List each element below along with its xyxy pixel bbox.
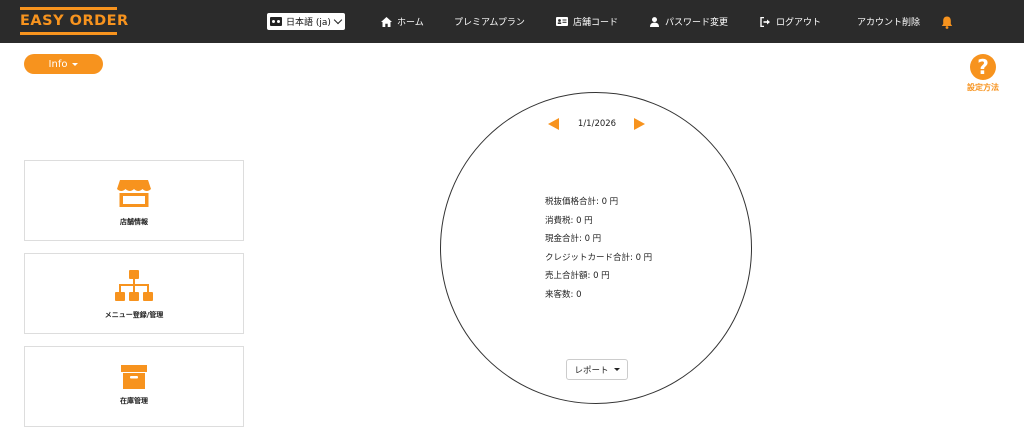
top-navbar: EASY ORDER 日本語 (ja) ホーム プレミアムプラン 店舗コード パ…	[0, 0, 1024, 43]
archive-box-icon	[121, 365, 147, 393]
bell-icon[interactable]	[941, 14, 953, 29]
language-icon	[270, 17, 282, 26]
help-label: 設定方法	[967, 83, 999, 92]
menu-management-label: メニュー登録/管理	[104, 311, 164, 319]
prev-day-arrow-icon[interactable]	[548, 118, 559, 130]
daily-summary-panel: 1/1/2026 税抜価格合計: 0 円 消費税: 0 円 現金合計: 0 円 …	[440, 92, 752, 404]
report-button-label: レポート	[574, 365, 609, 376]
cash-total: 現金合計: 0 円	[545, 234, 602, 244]
nav-change-password[interactable]: パスワード変更	[648, 13, 728, 30]
store-info-label: 店舗情報	[120, 218, 148, 226]
store-icon	[117, 179, 151, 213]
home-icon	[380, 16, 392, 28]
store-info-card[interactable]: 店舗情報	[24, 160, 244, 241]
nav-premium-plan-label: プレミアムプラン	[454, 18, 525, 28]
nav-premium-plan[interactable]: プレミアムプラン	[454, 13, 525, 30]
language-selected-value: 日本語 (ja)	[286, 18, 331, 28]
user-icon	[648, 16, 660, 28]
caret-down-icon	[72, 62, 79, 66]
chevron-down-icon	[333, 15, 343, 25]
report-dropdown-button[interactable]: レポート	[566, 359, 628, 380]
nav-store-code-label: 店舗コード	[573, 18, 619, 28]
logo-text: EASY ORDER	[20, 13, 129, 29]
consumption-tax: 消費税: 0 円	[545, 215, 593, 226]
language-select[interactable]: 日本語 (ja)	[267, 13, 345, 30]
sales-total: 売上合計額: 0 円	[545, 271, 610, 281]
logo-bottom-bar	[20, 32, 117, 35]
help-setup-button[interactable]: ? 設定方法	[963, 54, 1003, 92]
nav-logout[interactable]: ログアウト	[759, 13, 821, 30]
nav-change-password-label: パスワード変更	[665, 18, 729, 28]
nav-home-label: ホーム	[397, 18, 424, 28]
nav-home[interactable]: ホーム	[380, 13, 424, 30]
logo-top-bar	[20, 7, 117, 10]
question-circle-icon: ?	[970, 54, 996, 80]
subtotal-excluding-tax: 税抜価格合計: 0 円	[545, 197, 619, 207]
visitor-count: 来客数: 0	[545, 289, 582, 300]
info-dropdown-button[interactable]: Info	[24, 54, 103, 74]
id-card-icon	[556, 16, 568, 28]
sitemap-icon	[115, 270, 153, 306]
sign-out-icon	[759, 16, 771, 28]
caret-down-icon	[613, 368, 620, 371]
nav-logout-label: ログアウト	[776, 18, 822, 28]
date-navigator: 1/1/2026	[441, 115, 751, 133]
inventory-management-label: 在庫管理	[120, 397, 148, 405]
menu-management-card[interactable]: メニュー登録/管理	[24, 253, 244, 334]
nav-delete-account-label: アカウント削除	[857, 18, 921, 28]
easy-order-logo[interactable]: EASY ORDER	[20, 7, 129, 35]
info-button-label: Info	[48, 58, 68, 70]
next-day-arrow-icon[interactable]	[634, 118, 645, 130]
nav-delete-account[interactable]: アカウント削除	[857, 13, 920, 30]
current-date: 1/1/2026	[577, 119, 617, 129]
sales-stats: 税抜価格合計: 0 円 消費税: 0 円 現金合計: 0 円 クレジットカード合…	[545, 197, 725, 308]
inventory-management-card[interactable]: 在庫管理	[24, 346, 244, 427]
nav-store-code[interactable]: 店舗コード	[556, 13, 618, 30]
credit-card-total: クレジットカード合計: 0 円	[545, 252, 653, 263]
